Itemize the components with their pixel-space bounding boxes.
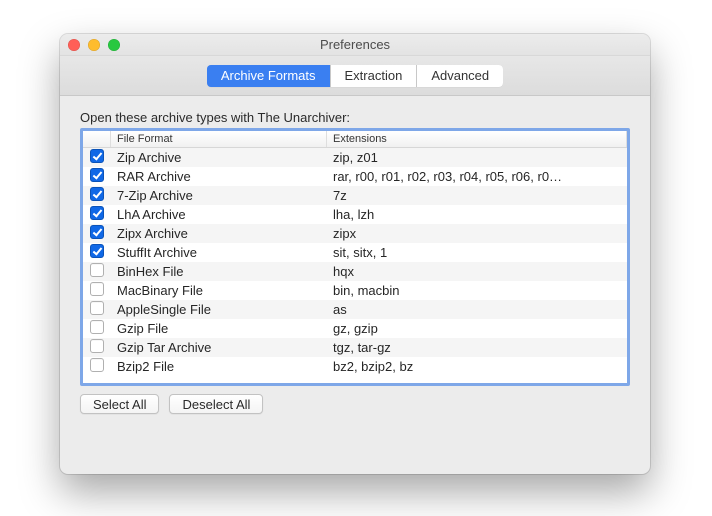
row-checkbox-cell [83, 320, 111, 337]
row-extensions-label: zipx [327, 226, 627, 241]
zoom-icon[interactable] [108, 39, 120, 51]
row-checkbox-cell [83, 263, 111, 280]
row-format-label: 7-Zip Archive [111, 188, 327, 203]
table-row[interactable]: Bzip2 Filebz2, bzip2, bz [83, 357, 627, 376]
table-row[interactable]: AppleSingle Fileas [83, 300, 627, 319]
row-checkbox[interactable] [90, 244, 104, 258]
row-checkbox-cell [83, 225, 111, 242]
row-extensions-label: bz2, bzip2, bz [327, 359, 627, 374]
deselect-all-button[interactable]: Deselect All [169, 394, 263, 414]
row-checkbox[interactable] [90, 301, 104, 315]
select-all-button[interactable]: Select All [80, 394, 159, 414]
row-format-label: Gzip File [111, 321, 327, 336]
row-format-label: Zip Archive [111, 150, 327, 165]
window-title: Preferences [320, 37, 390, 52]
row-extensions-label: sit, sitx, 1 [327, 245, 627, 260]
table-row[interactable]: BinHex Filehqx [83, 262, 627, 281]
row-format-label: Bzip2 File [111, 359, 327, 374]
row-format-label: Gzip Tar Archive [111, 340, 327, 355]
row-checkbox-cell [83, 168, 111, 185]
row-checkbox[interactable] [90, 149, 104, 163]
table-row[interactable]: Gzip Tar Archivetgz, tar-gz [83, 338, 627, 357]
row-checkbox-cell [83, 301, 111, 318]
row-extensions-label: tgz, tar-gz [327, 340, 627, 355]
table-row[interactable]: Zipx Archivezipx [83, 224, 627, 243]
table-row[interactable]: StuffIt Archivesit, sitx, 1 [83, 243, 627, 262]
table-body: Zip Archivezip, z01RAR Archiverar, r00, … [83, 148, 627, 376]
formats-table[interactable]: File Format Extensions Zip Archivezip, z… [80, 128, 630, 386]
row-extensions-label: zip, z01 [327, 150, 627, 165]
tab-advanced[interactable]: Advanced [417, 65, 503, 87]
row-format-label: AppleSingle File [111, 302, 327, 317]
row-checkbox[interactable] [90, 320, 104, 334]
row-checkbox[interactable] [90, 358, 104, 372]
toolbar: Archive Formats Extraction Advanced [60, 56, 650, 96]
row-checkbox-cell [83, 206, 111, 223]
row-checkbox-cell [83, 244, 111, 261]
row-extensions-label: rar, r00, r01, r02, r03, r04, r05, r06, … [327, 169, 627, 184]
row-extensions-label: as [327, 302, 627, 317]
row-checkbox[interactable] [90, 206, 104, 220]
row-format-label: StuffIt Archive [111, 245, 327, 260]
row-checkbox-cell [83, 282, 111, 299]
close-icon[interactable] [68, 39, 80, 51]
row-checkbox[interactable] [90, 263, 104, 277]
table-header: File Format Extensions [83, 131, 627, 148]
row-checkbox-cell [83, 187, 111, 204]
row-checkbox[interactable] [90, 339, 104, 353]
column-extensions[interactable]: Extensions [327, 131, 627, 147]
row-format-label: MacBinary File [111, 283, 327, 298]
table-row[interactable]: Gzip Filegz, gzip [83, 319, 627, 338]
row-checkbox-cell [83, 339, 111, 356]
tab-extraction[interactable]: Extraction [331, 65, 418, 87]
row-checkbox[interactable] [90, 282, 104, 296]
row-extensions-label: hqx [327, 264, 627, 279]
row-checkbox[interactable] [90, 187, 104, 201]
window-controls [68, 39, 120, 51]
table-row[interactable]: RAR Archiverar, r00, r01, r02, r03, r04,… [83, 167, 627, 186]
minimize-icon[interactable] [88, 39, 100, 51]
column-checkbox[interactable] [83, 131, 111, 147]
tab-archive-formats[interactable]: Archive Formats [207, 65, 331, 87]
row-extensions-label: gz, gzip [327, 321, 627, 336]
table-row[interactable]: Zip Archivezip, z01 [83, 148, 627, 167]
table-row[interactable]: 7-Zip Archive7z [83, 186, 627, 205]
row-format-label: Zipx Archive [111, 226, 327, 241]
preferences-window: Preferences Archive Formats Extraction A… [60, 34, 650, 474]
titlebar: Preferences [60, 34, 650, 56]
button-row: Select All Deselect All [80, 394, 630, 414]
row-checkbox-cell [83, 358, 111, 375]
instruction-label: Open these archive types with The Unarch… [80, 110, 630, 125]
row-checkbox[interactable] [90, 225, 104, 239]
row-format-label: RAR Archive [111, 169, 327, 184]
row-checkbox-cell [83, 149, 111, 166]
row-extensions-label: lha, lzh [327, 207, 627, 222]
row-extensions-label: 7z [327, 188, 627, 203]
row-extensions-label: bin, macbin [327, 283, 627, 298]
column-file-format[interactable]: File Format [111, 131, 327, 147]
content-area: Open these archive types with The Unarch… [60, 96, 650, 432]
row-checkbox[interactable] [90, 168, 104, 182]
table-row[interactable]: LhA Archivelha, lzh [83, 205, 627, 224]
row-format-label: BinHex File [111, 264, 327, 279]
tab-selector: Archive Formats Extraction Advanced [207, 65, 503, 87]
table-row[interactable]: MacBinary Filebin, macbin [83, 281, 627, 300]
row-format-label: LhA Archive [111, 207, 327, 222]
